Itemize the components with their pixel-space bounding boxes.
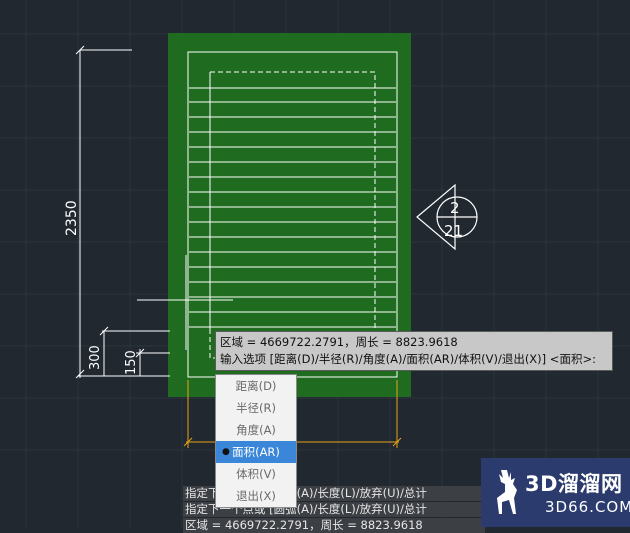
selected-bullet-icon: ● xyxy=(222,447,230,457)
menu-item-volume[interactable]: 体积(V) xyxy=(216,463,296,485)
section-marker-top-text: 2 xyxy=(450,199,460,217)
dimension-300-label: 300 xyxy=(88,345,103,370)
menu-item-label: 退出(X) xyxy=(236,489,276,503)
command-history-line-3: 区域 = 4669722.2791，周长 = 8823.9618 xyxy=(183,518,485,533)
menu-item-label: 体积(V) xyxy=(236,467,276,481)
deer-logo-icon xyxy=(497,470,517,514)
cad-drawing-canvas[interactable]: 2350 300 150 2 21 xyxy=(0,0,630,527)
option-menu: 距离(D) 半径(R) 角度(A) ● 面积(AR) 体积(V) 退出(X) xyxy=(215,374,297,508)
dimension-150-label: 150 xyxy=(124,350,139,375)
menu-item-label: 半径(R) xyxy=(236,401,276,415)
dimension-height-label: 2350 xyxy=(64,200,80,236)
menu-item-label: 距离(D) xyxy=(235,379,277,393)
menu-item-label: 面积(AR) xyxy=(232,445,280,459)
watermark-subtitle: 3D66.COM xyxy=(545,498,630,516)
menu-item-distance[interactable]: 距离(D) xyxy=(216,375,296,397)
site-watermark: 3D溜溜网 3D66.COM xyxy=(481,458,630,527)
section-marker-bottom-text: 21 xyxy=(444,222,463,240)
menu-item-label: 角度(A) xyxy=(236,423,276,437)
tooltip-result-text: 区域 = 4669722.2791，周长 = 8823.9618 xyxy=(220,335,458,349)
tooltip-prompt-text: 输入选项 [距离(D)/半径(R)/角度(A)/面积(AR)/体积(V)/退出(… xyxy=(220,352,596,366)
measure-tooltip: 区域 = 4669722.2791，周长 = 8823.9618 输入选项 [距… xyxy=(215,331,613,371)
menu-item-exit[interactable]: 退出(X) xyxy=(216,485,296,507)
menu-item-angle[interactable]: 角度(A) xyxy=(216,419,296,441)
watermark-title: 3D溜溜网 xyxy=(525,472,623,496)
menu-item-radius[interactable]: 半径(R) xyxy=(216,397,296,419)
dimension-lines xyxy=(75,45,170,379)
menu-item-area[interactable]: ● 面积(AR) xyxy=(216,441,296,463)
